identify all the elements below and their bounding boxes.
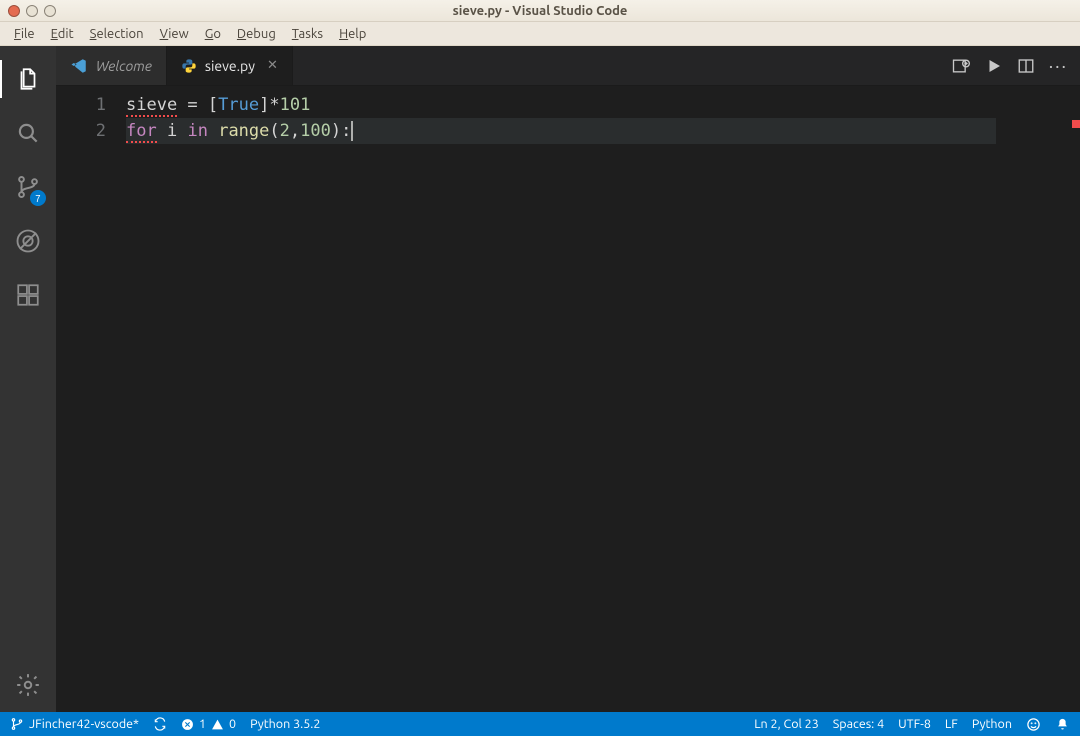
- smiley-icon: [1026, 717, 1041, 732]
- status-notifications[interactable]: [1055, 717, 1070, 732]
- run-button[interactable]: [985, 57, 1003, 75]
- menu-tasks[interactable]: Tasks: [284, 25, 331, 43]
- minimap[interactable]: [996, 86, 1066, 712]
- status-cursor-position[interactable]: Ln 2, Col 23: [754, 717, 819, 731]
- editor-actions: ···: [939, 46, 1080, 85]
- tab-sieve[interactable]: sieve.py ✕: [167, 46, 293, 85]
- tab-welcome[interactable]: Welcome: [56, 46, 167, 85]
- status-bar: JFincher42-vscode* 1 0 Python 3.5.2 Ln 2…: [0, 712, 1080, 736]
- activity-explorer[interactable]: [0, 52, 56, 106]
- gear-icon: [15, 672, 41, 698]
- status-indentation[interactable]: Spaces: 4: [833, 717, 884, 731]
- error-icon: [181, 718, 194, 731]
- tab-welcome-label: Welcome: [96, 58, 152, 74]
- python-interactive-icon[interactable]: [951, 56, 971, 76]
- tab-close-button[interactable]: ✕: [263, 58, 278, 73]
- overview-ruler[interactable]: [1066, 86, 1080, 712]
- more-actions-button[interactable]: ···: [1049, 56, 1068, 76]
- status-git-branch[interactable]: JFincher42-vscode*: [10, 717, 139, 731]
- activity-scm[interactable]: 7: [0, 160, 56, 214]
- window-controls: [0, 5, 64, 17]
- files-icon: [15, 66, 41, 92]
- line-number-gutter: 1 2: [56, 86, 126, 712]
- line-number: 2: [56, 118, 106, 144]
- status-language[interactable]: Python: [972, 717, 1012, 731]
- scm-badge: 7: [30, 190, 46, 206]
- code-line[interactable]: for i in range(2,100):: [126, 118, 996, 144]
- warning-icon: [211, 718, 224, 731]
- code-line[interactable]: sieve = [True]*101: [126, 92, 996, 118]
- bell-icon: [1055, 717, 1070, 732]
- status-eol[interactable]: LF: [945, 717, 958, 731]
- os-titlebar: sieve.py - Visual Studio Code: [0, 0, 1080, 22]
- activity-extensions[interactable]: [0, 268, 56, 322]
- menu-file[interactable]: File: [6, 25, 43, 43]
- sync-icon: [153, 717, 167, 731]
- split-editor-button[interactable]: [1017, 57, 1035, 75]
- window-title: sieve.py - Visual Studio Code: [0, 4, 1080, 18]
- menu-help[interactable]: Help: [331, 25, 374, 43]
- menu-selection[interactable]: Selection: [82, 25, 152, 43]
- bug-disabled-icon: [14, 227, 42, 255]
- menu-view[interactable]: View: [152, 25, 197, 43]
- extensions-icon: [15, 282, 41, 308]
- status-python-version[interactable]: Python 3.5.2: [250, 717, 320, 731]
- menubar: File Edit Selection View Go Debug Tasks …: [0, 22, 1080, 46]
- git-branch-icon: [10, 717, 24, 731]
- menu-debug[interactable]: Debug: [229, 25, 284, 43]
- status-sync[interactable]: [153, 717, 167, 731]
- status-problems[interactable]: 1 0: [181, 717, 236, 731]
- python-icon: [181, 58, 197, 74]
- activity-search[interactable]: [0, 106, 56, 160]
- activity-bar: 7: [0, 46, 56, 712]
- vscode-icon: [70, 57, 88, 75]
- tab-sieve-label: sieve.py: [205, 58, 255, 74]
- overview-error-marker[interactable]: [1072, 120, 1080, 128]
- window-maximize-button[interactable]: [44, 5, 56, 17]
- status-feedback[interactable]: [1026, 717, 1041, 732]
- tab-bar: Welcome sieve.py ✕: [56, 46, 1080, 86]
- menu-edit[interactable]: Edit: [43, 25, 82, 43]
- line-number: 1: [56, 92, 106, 118]
- window-minimize-button[interactable]: [26, 5, 38, 17]
- search-icon: [15, 120, 41, 146]
- status-encoding[interactable]: UTF-8: [898, 717, 931, 731]
- menu-go[interactable]: Go: [197, 25, 229, 43]
- text-cursor: [351, 121, 352, 141]
- activity-settings[interactable]: [0, 658, 56, 712]
- activity-debug[interactable]: [0, 214, 56, 268]
- window-close-button[interactable]: [8, 5, 20, 17]
- code-content[interactable]: sieve = [True]*101 for i in range(2,100)…: [126, 86, 996, 712]
- code-editor[interactable]: 1 2 sieve = [True]*101 for i in range(2,…: [56, 86, 1080, 712]
